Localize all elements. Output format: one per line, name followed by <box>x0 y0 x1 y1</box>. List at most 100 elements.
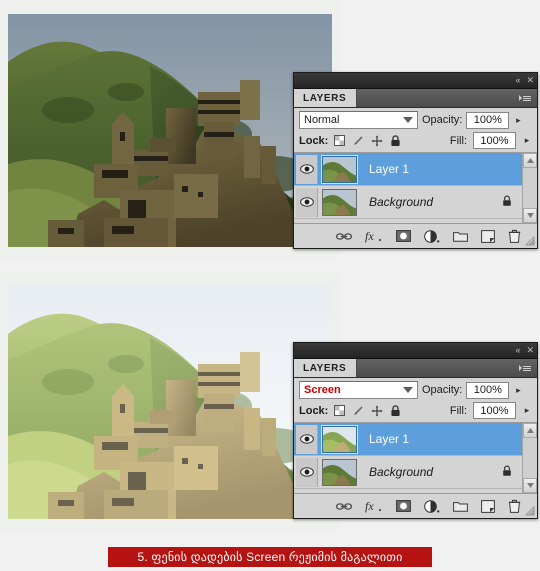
svg-text:fx: fx <box>365 229 374 243</box>
layer-thumbnail[interactable] <box>322 188 357 216</box>
opacity-spinner-icon[interactable]: ▸ <box>513 385 523 396</box>
lock-position-icon[interactable] <box>371 405 383 417</box>
lock-position-icon[interactable] <box>371 135 383 147</box>
lock-all-icon[interactable] <box>390 134 401 147</box>
tab-layers[interactable]: LAYERS <box>294 89 358 107</box>
blend-opacity-row: Screen Opacity: 100% ▸ <box>294 378 537 401</box>
layer-name[interactable]: Background <box>369 195 502 209</box>
layers-panel-bottom[interactable]: « ✕ LAYERS Screen Opacity: 100% ▸ Lock: <box>293 342 538 519</box>
lock-row: Lock: Fill: 100% ▸ <box>294 131 537 152</box>
layer-name[interactable]: Layer 1 <box>369 432 522 446</box>
layer-name[interactable]: Background <box>369 465 502 479</box>
chevron-down-icon[interactable] <box>403 117 413 123</box>
scroll-down-icon[interactable] <box>523 208 537 223</box>
photo-before <box>8 14 332 247</box>
photo-block-before <box>0 0 340 258</box>
panel-resize-grip[interactable] <box>524 505 535 516</box>
link-layers-icon[interactable] <box>336 232 352 241</box>
photo-block-after <box>0 272 340 530</box>
table-row[interactable]: Background <box>294 456 522 489</box>
table-row[interactable]: Layer 1 <box>294 423 522 456</box>
photo-after <box>8 286 332 519</box>
layer-style-fx-icon[interactable]: fx <box>365 499 383 513</box>
photo-before-art <box>8 14 332 247</box>
opacity-label: Opacity: <box>422 114 463 126</box>
add-layer-mask-icon[interactable] <box>396 500 411 512</box>
panel-footer-top: fx <box>294 224 537 248</box>
panel-resize-grip[interactable] <box>524 235 535 246</box>
fill-input[interactable]: 100% <box>473 132 516 149</box>
fill-spinner-icon[interactable]: ▸ <box>522 135 532 146</box>
blend-mode-select[interactable]: Normal <box>299 111 418 129</box>
layer-visibility-toggle[interactable] <box>296 424 318 454</box>
link-layers-icon[interactable] <box>336 502 352 511</box>
screenshot-root: « ✕ LAYERS Normal Opacity: 100% ▸ Lock: <box>0 0 540 571</box>
eye-icon <box>299 467 314 477</box>
chevron-down-icon[interactable] <box>403 387 413 393</box>
layers-scrollbar[interactable] <box>522 423 537 493</box>
layer-visibility-toggle[interactable] <box>296 187 318 217</box>
layer-thumbnail[interactable] <box>321 154 358 184</box>
opacity-input[interactable]: 100% <box>466 381 510 399</box>
lock-transparent-pixels-icon[interactable] <box>334 135 346 146</box>
scroll-down-icon[interactable] <box>523 478 537 493</box>
layer-style-fx-icon[interactable]: fx <box>365 229 383 243</box>
new-adjustment-layer-icon[interactable] <box>424 499 440 513</box>
layer-name[interactable]: Layer 1 <box>369 162 522 176</box>
lock-label: Lock: <box>299 404 329 417</box>
lock-transparent-pixels-icon[interactable] <box>334 405 346 416</box>
close-icon[interactable]: ✕ <box>526 76 533 85</box>
panel-menu-icon[interactable] <box>519 363 532 373</box>
caption-text: 5. ფენის დადების Screen რეჟიმის მაგალითი <box>137 550 403 564</box>
blend-opacity-row: Normal Opacity: 100% ▸ <box>294 108 537 131</box>
scroll-up-icon[interactable] <box>523 423 537 438</box>
eye-icon <box>299 164 314 174</box>
panel-menu-icon[interactable] <box>519 93 532 103</box>
opacity-spinner-icon[interactable]: ▸ <box>513 115 523 126</box>
lock-image-pixels-icon[interactable] <box>352 405 364 417</box>
fill-label: Fill: <box>449 404 467 417</box>
add-layer-mask-icon[interactable] <box>396 230 411 242</box>
fill-label: Fill: <box>449 134 467 147</box>
fill-spinner-icon[interactable]: ▸ <box>522 405 532 416</box>
blend-mode-value: Screen <box>304 383 341 396</box>
layer-thumbnail[interactable] <box>322 458 357 486</box>
lock-image-pixels-icon[interactable] <box>352 135 364 147</box>
scroll-up-icon[interactable] <box>523 153 537 168</box>
lock-all-icon[interactable] <box>390 404 401 417</box>
new-group-icon[interactable] <box>453 500 468 512</box>
fill-input[interactable]: 100% <box>473 402 516 419</box>
panel-titlebar-bottom[interactable]: « ✕ <box>294 343 537 359</box>
collapse-icon[interactable]: « <box>515 76 520 85</box>
new-layer-icon[interactable] <box>481 499 495 513</box>
lock-icon-group <box>334 134 401 147</box>
layer-visibility-toggle[interactable] <box>296 154 318 184</box>
blend-mode-select[interactable]: Screen <box>299 381 418 399</box>
delete-layer-icon[interactable] <box>508 229 521 243</box>
table-row[interactable]: Background <box>294 186 522 219</box>
panel-tabrow-bottom: LAYERS <box>294 359 537 378</box>
layers-scrollbar[interactable] <box>522 153 537 223</box>
new-adjustment-layer-icon[interactable] <box>424 229 440 243</box>
panel-body-top: Normal Opacity: 100% ▸ Lock: Fill: 100% … <box>294 108 537 248</box>
opacity-input[interactable]: 100% <box>466 111 510 129</box>
layer-thumbnail[interactable] <box>321 424 358 454</box>
new-group-icon[interactable] <box>453 230 468 242</box>
layers-panel-top[interactable]: « ✕ LAYERS Normal Opacity: 100% ▸ Lock: <box>293 72 538 249</box>
close-icon[interactable]: ✕ <box>526 346 533 355</box>
layer-locked-icon <box>502 195 512 210</box>
layer-visibility-toggle[interactable] <box>296 457 318 487</box>
figure-caption: 5. ფენის დადების Screen რეჟიმის მაგალითი <box>108 547 432 567</box>
panel-titlebar-top[interactable]: « ✕ <box>294 73 537 89</box>
lock-row: Lock: Fill: 100% ▸ <box>294 401 537 422</box>
lock-label: Lock: <box>299 134 329 147</box>
layers-list-top: Layer 1 Background <box>294 152 537 224</box>
eye-icon <box>299 434 314 444</box>
collapse-icon[interactable]: « <box>515 346 520 355</box>
delete-layer-icon[interactable] <box>508 499 521 513</box>
blend-mode-value: Normal <box>304 113 340 126</box>
layers-list-bottom: Layer 1 Background <box>294 422 537 494</box>
tab-layers[interactable]: LAYERS <box>294 359 358 377</box>
new-layer-icon[interactable] <box>481 229 495 243</box>
table-row[interactable]: Layer 1 <box>294 153 522 186</box>
